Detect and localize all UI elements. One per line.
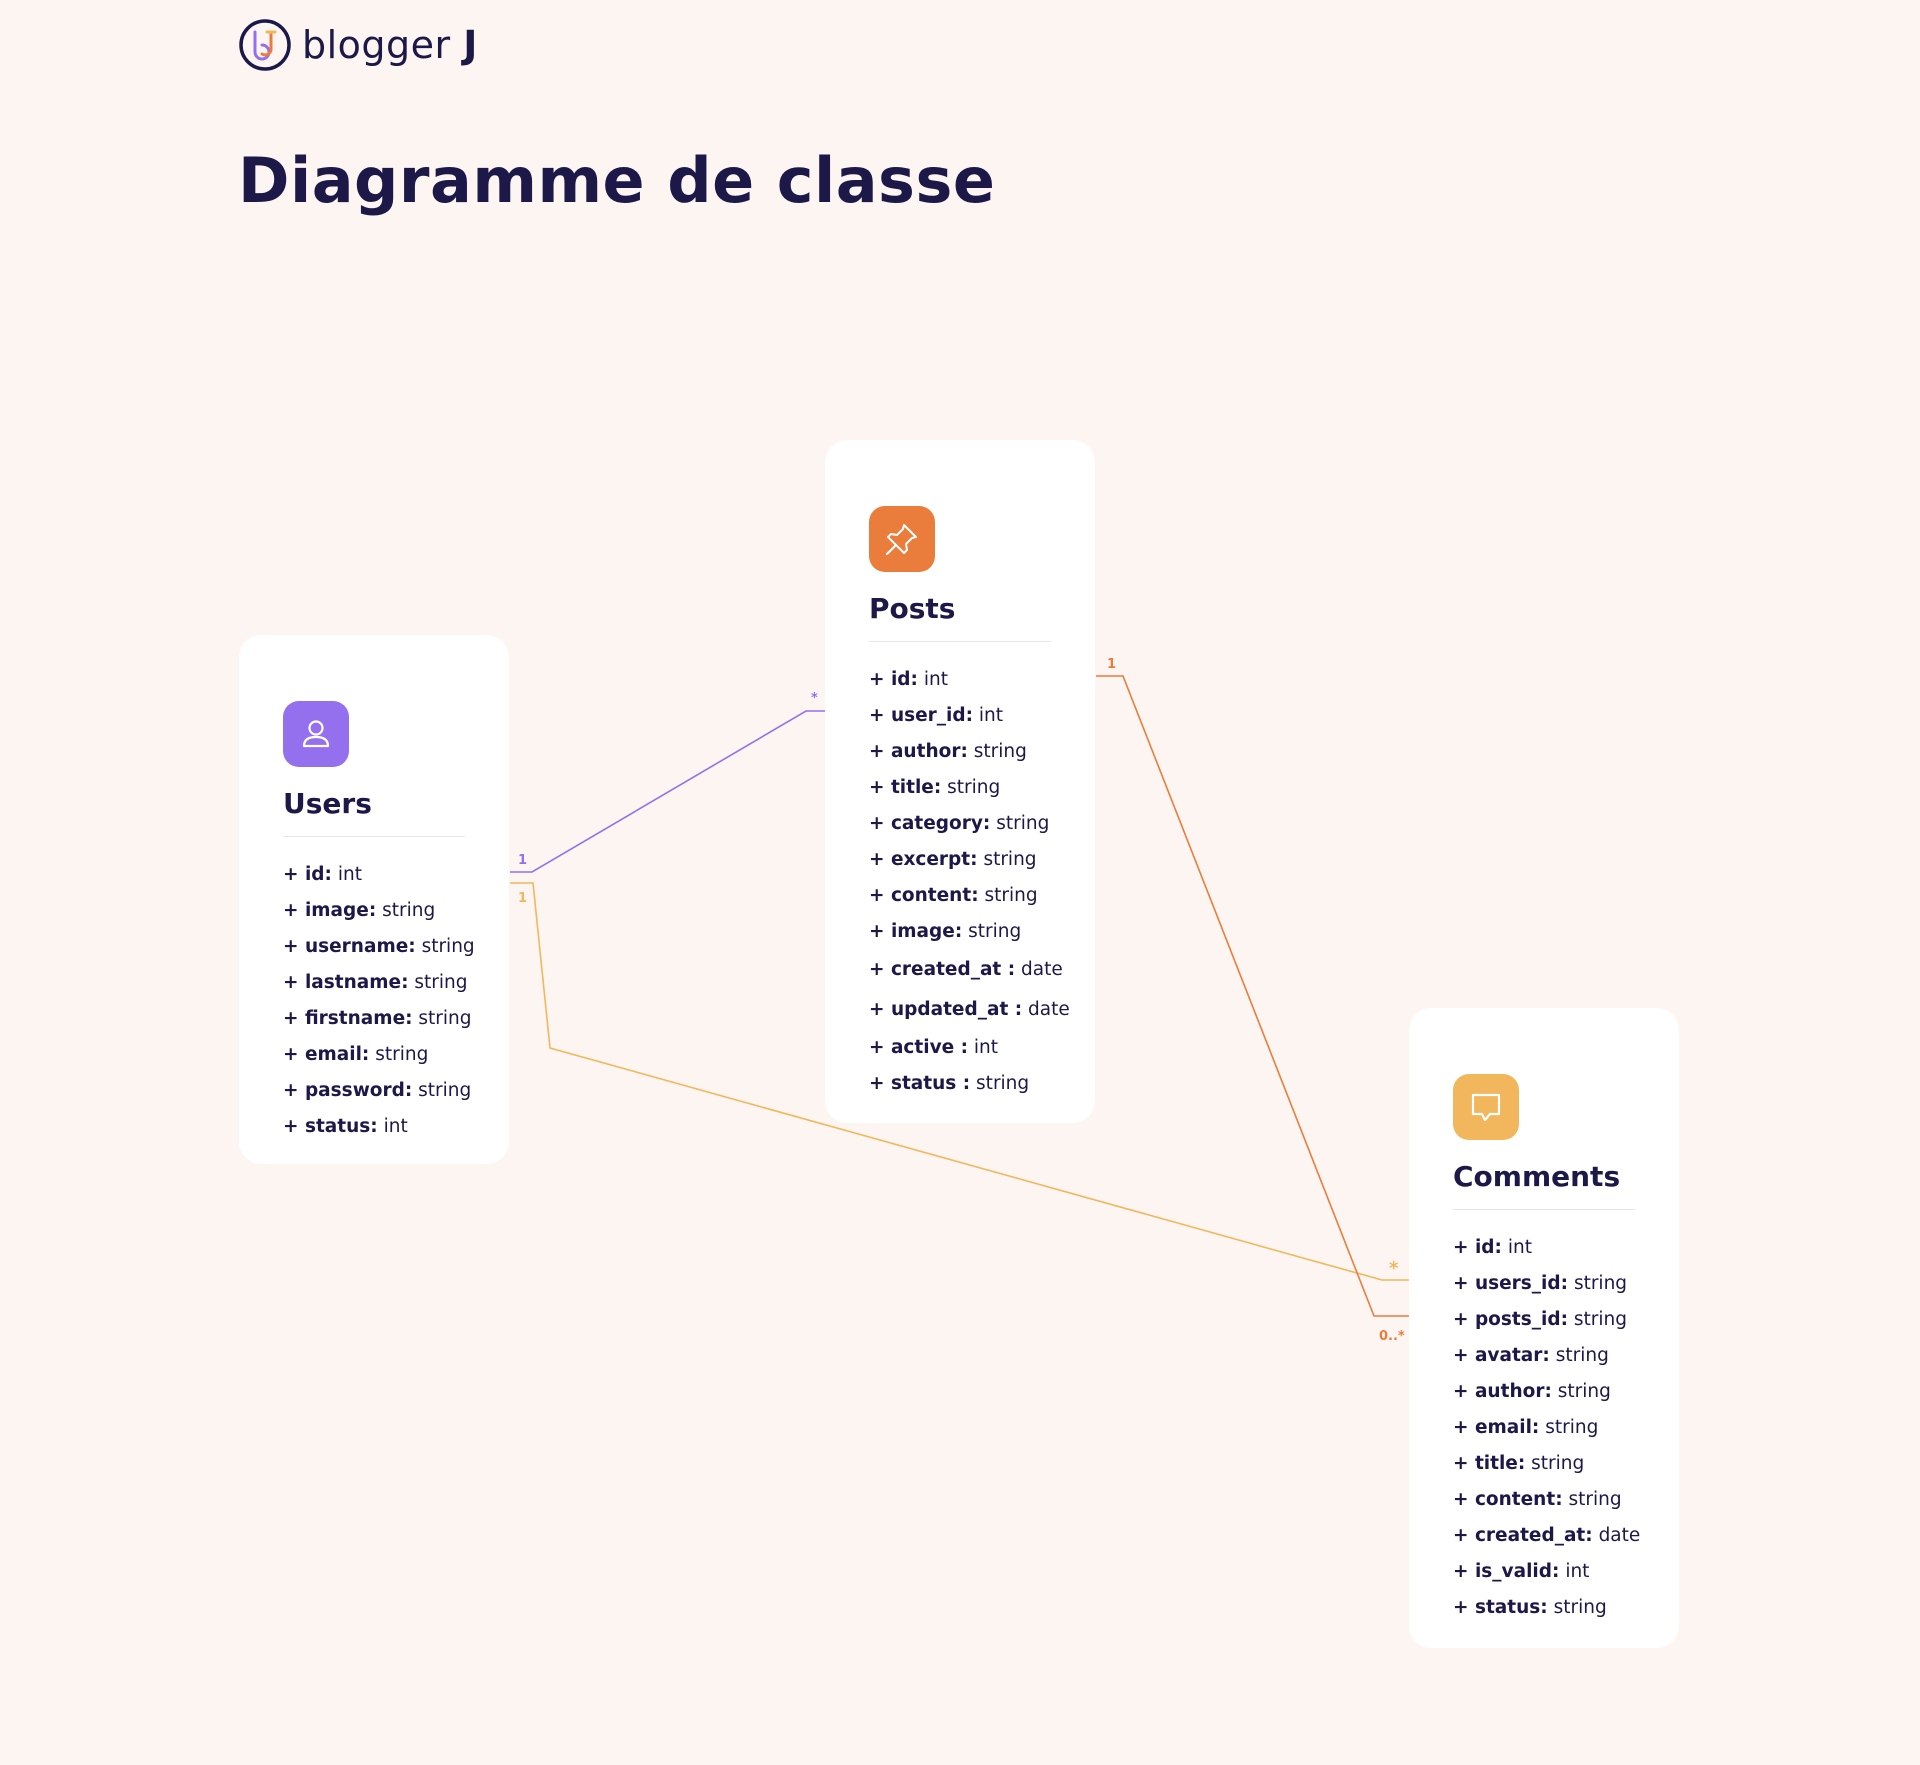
users-title: Users [283,787,372,820]
comments-icon-badge [1453,1074,1519,1140]
attribute-row: + category: string [869,813,1050,834]
attribute-row: + status: int [283,1116,408,1137]
attribute-row: + lastname: string [283,972,468,993]
posts-attributes: + id: int + user_id: int + author: strin… [869,662,1070,1102]
attribute-row: + image: string [869,921,1022,942]
class-card-posts[interactable]: Posts + id: int + user_id: int + author:… [825,440,1095,1123]
brand-name: blogger J [302,23,478,67]
user-icon [302,720,330,748]
attribute-row: + excerpt: string [869,849,1037,870]
mult-users-comments-to: * [1389,1258,1399,1279]
mult-posts-comments-to: 0..* [1379,1329,1405,1344]
attribute-row: + updated_at : date [869,999,1070,1020]
mult-users-comments-from: 1 [518,891,527,906]
posts-title: Posts [869,592,956,625]
attribute-row: + id: int [869,669,948,690]
attribute-row: + active : int [869,1037,999,1058]
attribute-row: + image: string [283,900,436,921]
brand-logo[interactable]: blogger J [238,18,478,72]
users-divider [283,836,465,837]
attribute-row: + created_at : date [869,959,1063,980]
attribute-row: + username: string [283,936,475,957]
attribute-row: + email: string [283,1044,429,1065]
comments-title: Comments [1453,1160,1621,1193]
mult-posts-comments-from: 1 [1107,657,1116,672]
attribute-row: + author: string [869,741,1027,762]
attribute-row: + id: int [1453,1237,1532,1258]
attribute-row: + content: string [1453,1489,1622,1510]
users-icon-badge [283,701,349,767]
attribute-row: + title: string [1453,1453,1585,1474]
attribute-row: + avatar: string [1453,1345,1609,1366]
mult-users-posts-from: 1 [518,853,527,868]
attribute-row: + author: string [1453,1381,1611,1402]
attribute-row: + users_id: string [1453,1273,1628,1294]
posts-icon-badge [869,506,935,572]
attribute-row: + id: int [283,864,362,885]
page-title: Diagramme de classe [238,144,996,217]
relation-users-posts [510,710,826,873]
comments-divider [1453,1209,1635,1210]
relation-posts-comments [1096,675,1410,1317]
posts-divider [869,641,1051,642]
attribute-row: + content: string [869,885,1038,906]
attribute-row: + created_at: date [1453,1525,1641,1546]
class-card-users[interactable]: Users + id: int + image: string + userna… [239,635,509,1164]
class-card-comments[interactable]: Comments + id: int + users_id: string + … [1409,1008,1679,1648]
users-attributes: + id: int + image: string + username: st… [283,857,475,1145]
comments-attributes: + id: int + users_id: string + posts_id:… [1453,1230,1641,1626]
pushpin-icon [885,524,917,556]
brand-logo-icon [239,19,291,71]
attribute-row: + firstname: string [283,1008,472,1029]
attribute-row: + status: string [1453,1597,1607,1618]
comment-icon [1471,1093,1501,1122]
attribute-row: + password: string [283,1080,472,1101]
attribute-row: + posts_id: string [1453,1309,1627,1330]
attribute-row: + title: string [869,777,1001,798]
attribute-row: + user_id: int [869,705,1004,726]
attribute-row: + email: string [1453,1417,1599,1438]
attribute-row: + is_valid: int [1453,1561,1590,1582]
attribute-row: + status : string [869,1073,1030,1094]
mult-users-posts-to: * [811,691,818,706]
